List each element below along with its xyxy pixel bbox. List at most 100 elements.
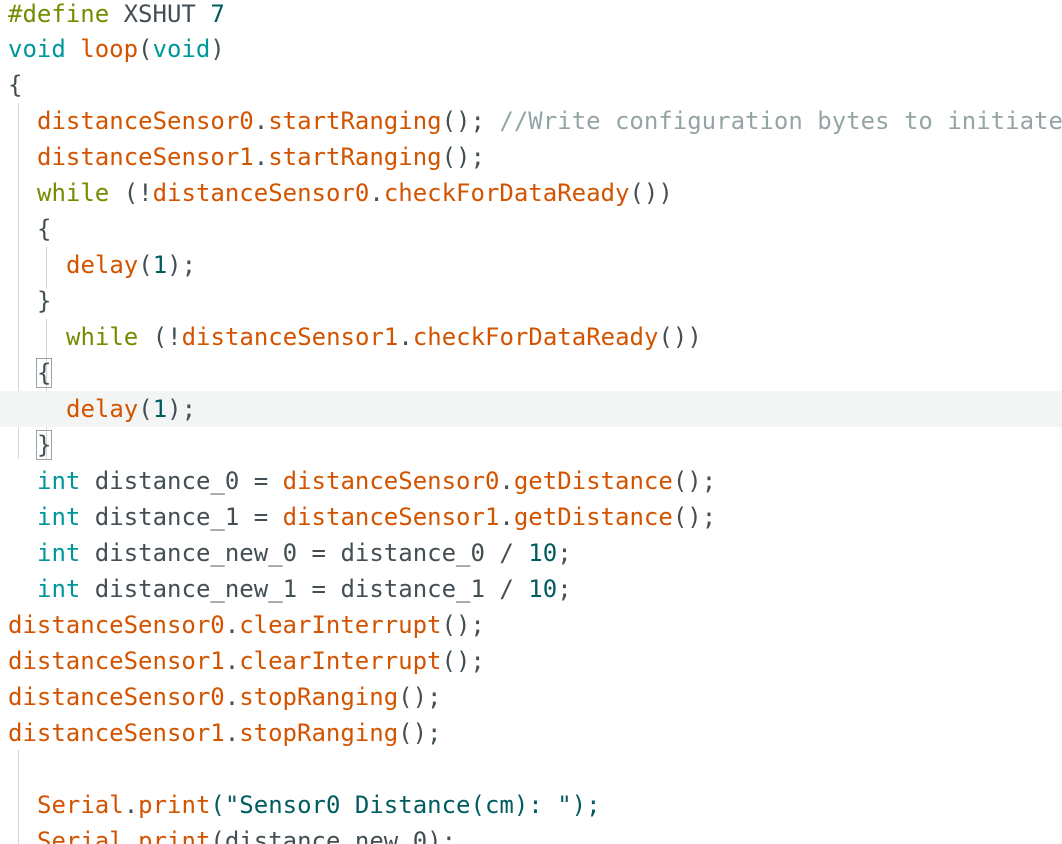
code-line[interactable]: #define XSHUT 7 [0,0,1062,32]
code-text: delay(1); [66,391,196,427]
code-line[interactable]: int distance_1 = distanceSensor1.getDist… [0,499,1062,535]
code-token: . [398,323,413,351]
code-line[interactable]: void loop(void) [0,31,1062,67]
code-token: 10 [528,539,558,567]
code-line[interactable]: { [0,67,1062,103]
code-line[interactable] [0,751,1062,787]
code-text: int distance_0 = distanceSensor0.getDist… [37,463,716,499]
code-token: getDistance [513,503,673,531]
code-token: 1 [152,251,168,279]
code-token: . [224,647,240,675]
code-token: distanceSensor1 [8,719,225,747]
code-editor[interactable]: #define XSHUT 7 void loop(void){distanceS… [0,0,1062,844]
code-line[interactable]: } [0,283,1062,319]
code-token: (); [441,107,500,135]
code-text: distanceSensor1.startRanging(); [37,139,485,175]
code-token: ("Sensor0 Distance(cm): "); [210,791,601,819]
code-token: 10 [528,575,558,603]
code-token: distanceSensor0 [152,179,370,207]
code-token: ); [167,395,197,423]
code-token: (); [672,503,717,531]
code-token: startRanging [268,107,442,135]
code-text: distanceSensor0.stopRanging(); [8,679,442,715]
code-token: Serial [37,791,124,819]
code-token: } [35,430,53,460]
code-token: (); [441,143,485,171]
code-text: distanceSensor1.stopRanging(); [8,715,442,751]
code-token: ; [557,539,572,567]
code-line[interactable]: int distance_new_0 = distance_0 / 10; [0,535,1062,571]
code-line[interactable]: distanceSensor0.startRanging(); //Write … [0,103,1062,139]
code-line[interactable]: while (!distanceSensor0.checkForDataRead… [0,175,1062,211]
code-line[interactable]: distanceSensor1.stopRanging(); [0,715,1062,751]
code-line[interactable]: delay(1); [0,247,1062,283]
code-token: stopRanging [239,683,399,711]
code-token: distanceSensor0 [37,107,254,135]
code-token: . [224,719,240,747]
code-token: void [8,35,66,63]
code-text: int distance_new_0 = distance_0 / 10; [37,535,572,571]
code-token: while [37,179,110,207]
code-token: (! [138,323,182,351]
code-text: int distance_1 = distanceSensor1.getDist… [37,499,716,535]
code-token: distanceSensor1 [181,323,399,351]
code-text: distanceSensor0.clearInterrupt(); [8,607,485,643]
code-text: int distance_new_1 = distance_1 / 10; [37,571,572,607]
code-text: { [35,355,53,391]
code-token: (); [398,683,442,711]
code-line[interactable]: distanceSensor1.startRanging(); [0,139,1062,175]
code-token: checkForDataReady [383,179,630,207]
code-token: . [224,683,240,711]
code-token: delay [66,251,139,279]
code-token: print [138,791,211,819]
code-token: (); [398,719,442,747]
code-token: ( [138,251,153,279]
code-token: #define [8,0,110,28]
code-token: (! [109,179,153,207]
code-token: void [152,35,211,63]
code-text: } [37,283,51,319]
code-line[interactable]: distanceSensor1.clearInterrupt(); [0,643,1062,679]
code-line[interactable]: } [0,427,1062,463]
code-token: . [253,107,269,135]
code-token: { [35,358,53,388]
code-token: . [369,179,384,207]
code-line[interactable]: distanceSensor0.clearInterrupt(); [0,607,1062,643]
code-token: ); [167,251,197,279]
code-text: } [35,427,53,463]
code-text: while (!distanceSensor1.checkForDataRead… [66,319,702,355]
code-token: (); [672,467,717,495]
code-token: . [499,503,514,531]
code-text: distanceSensor0.startRanging(); //Write … [37,103,1062,139]
code-token: getDistance [513,467,673,495]
code-token: ()) [658,323,702,351]
code-token: . [123,827,139,844]
code-token: . [224,611,240,639]
code-token: startRanging [268,143,442,171]
code-line[interactable]: delay(1); [0,391,1062,427]
code-line[interactable]: distanceSensor0.stopRanging(); [0,679,1062,715]
code-token: . [253,143,269,171]
code-token: ( [138,35,153,63]
code-text: distanceSensor1.clearInterrupt(); [8,643,485,679]
code-token: ( [138,395,153,423]
code-text: { [8,67,22,103]
code-text: { [37,211,51,247]
code-line[interactable]: int distance_new_1 = distance_1 / 10; [0,571,1062,607]
code-line[interactable]: while (!distanceSensor1.checkForDataRead… [0,319,1062,355]
code-token: XSHUT [109,0,211,28]
code-line[interactable]: Serial.print("Sensor0 Distance(cm): "); [0,787,1062,823]
code-token: 1 [152,395,168,423]
code-token: (); [441,611,485,639]
code-line[interactable]: { [0,211,1062,247]
code-token: } [37,287,52,315]
code-line[interactable]: int distance_0 = distanceSensor0.getDist… [0,463,1062,499]
code-text: #define XSHUT 7 [8,0,225,32]
code-line[interactable]: Serial.print(distance_new_0); [0,823,1062,844]
code-token: distance_0 = [80,467,283,495]
code-line[interactable]: { [0,355,1062,391]
code-token: ; [557,575,572,603]
code-token: distance_new_0 = distance_0 / [80,539,529,567]
code-token: //Write configuration bytes to initiate [499,107,1062,135]
